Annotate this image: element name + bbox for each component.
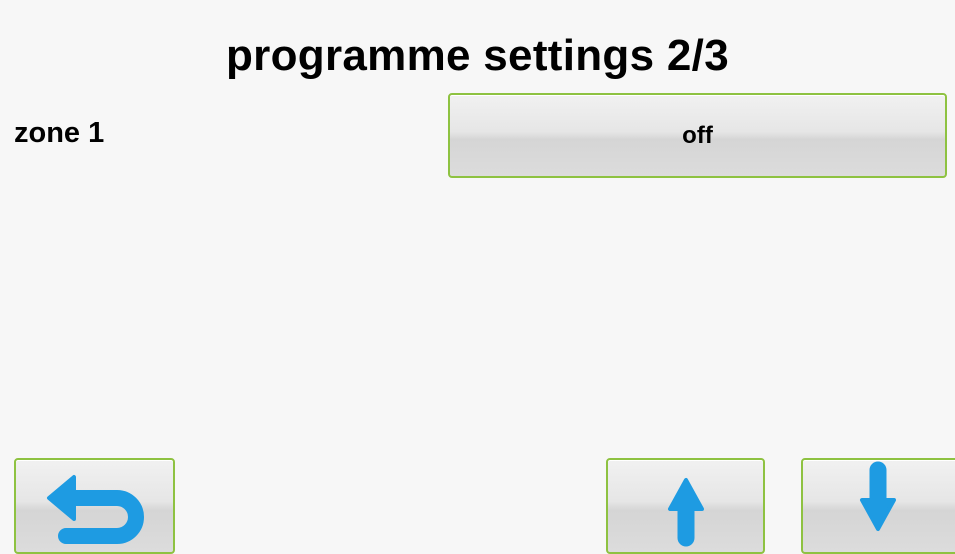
scroll-up-button[interactable] [606,458,765,554]
zone-1-value: off [682,121,713,149]
zone-1-value-button[interactable]: off [448,93,947,178]
page-title: programme settings 2/3 [226,31,729,80]
back-arrow-icon [47,475,144,544]
arrow-up-icon [668,478,704,547]
back-button[interactable] [14,458,175,554]
zone-1-label: zone 1 [14,117,105,149]
scroll-down-button[interactable] [801,458,955,554]
arrow-down-icon [860,461,896,531]
